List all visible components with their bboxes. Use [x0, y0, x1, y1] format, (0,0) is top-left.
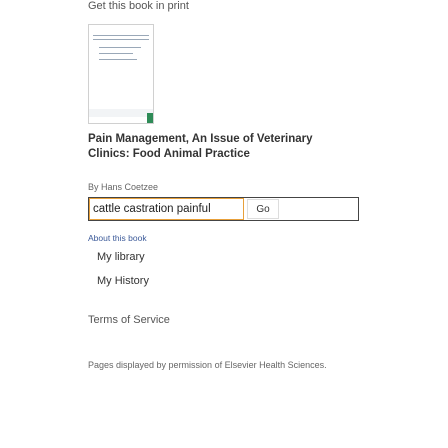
cover-decoration [99, 47, 141, 48]
get-book-link[interactable]: Get this book in print [88, 0, 189, 12]
cover-decoration [93, 35, 149, 36]
cover-decoration [89, 109, 153, 117]
search-in-book-form: Go [88, 197, 359, 221]
cover-decoration [99, 59, 137, 60]
cover-decoration [93, 39, 149, 40]
my-library-link[interactable]: My library [97, 251, 145, 263]
cover-decoration [99, 53, 133, 54]
book-cover-image[interactable] [88, 24, 154, 124]
terms-of-service-link[interactable]: Terms of Service [88, 314, 170, 326]
about-this-book-link[interactable]: About this book [88, 233, 147, 243]
search-in-book-input[interactable] [89, 198, 244, 220]
book-title: Pain Management, An Issue of Veterinary … [88, 133, 313, 160]
my-history-link[interactable]: My History [97, 275, 149, 287]
book-preview-panel: Get this book in print Pain Management, … [0, 0, 448, 448]
cover-decoration [147, 113, 153, 123]
book-author: By Hans Coetzee [88, 182, 159, 192]
search-go-button[interactable]: Go [247, 199, 279, 219]
permission-note: Pages displayed by permission of Elsevie… [88, 360, 327, 370]
